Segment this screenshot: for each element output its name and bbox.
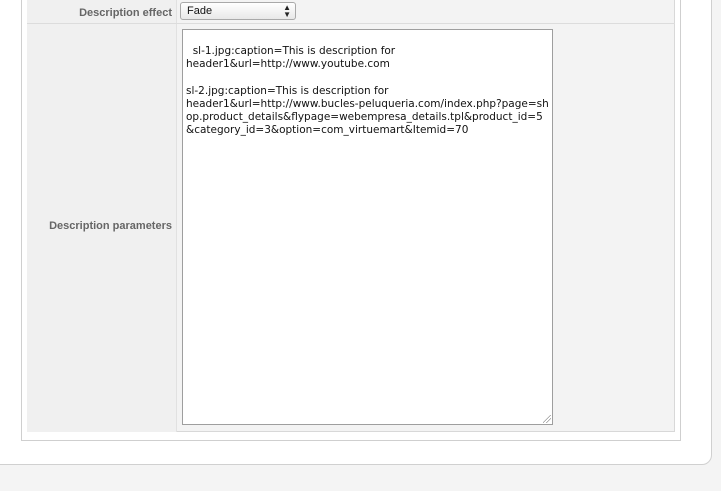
footer [0,479,200,491]
resize-grip-icon[interactable] [543,415,551,423]
description-effect-select[interactable]: Fade ▲ ▼ [180,2,296,20]
row-divider [27,23,675,24]
description-parameters-textarea[interactable]: sl-1.jpg:caption=This is description for… [182,29,553,425]
description-parameters-label: Description parameters [49,220,172,232]
description-parameters-text: sl-1.jpg:caption=This is description for… [186,45,549,137]
up-down-arrow-icon: ▲ ▼ [283,3,291,19]
labels-column: Description effect Description parameter… [27,0,177,432]
description-effect-label: Description effect [79,7,172,19]
description-effect-selected-value: Fade [187,5,213,17]
